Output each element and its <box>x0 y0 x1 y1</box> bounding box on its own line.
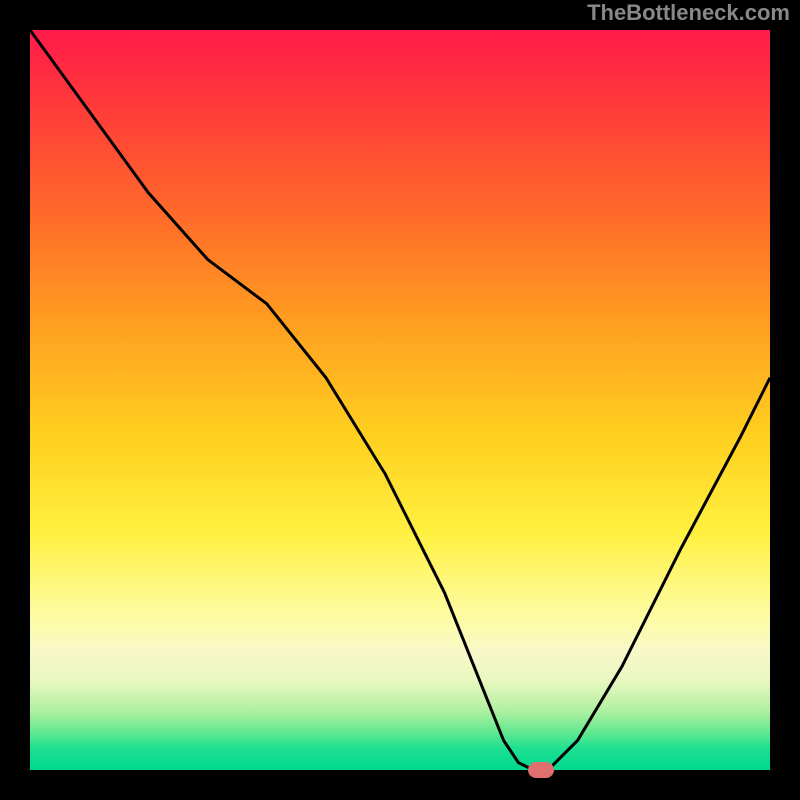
bottleneck-curve <box>30 30 770 770</box>
plot-area <box>30 30 770 770</box>
optimal-point-marker <box>528 762 554 778</box>
watermark-text: TheBottleneck.com <box>587 0 790 26</box>
chart-wrapper: TheBottleneck.com <box>0 0 800 800</box>
y-axis-gutter <box>0 30 30 770</box>
x-axis-gutter <box>30 770 770 800</box>
curve-svg <box>30 30 770 770</box>
